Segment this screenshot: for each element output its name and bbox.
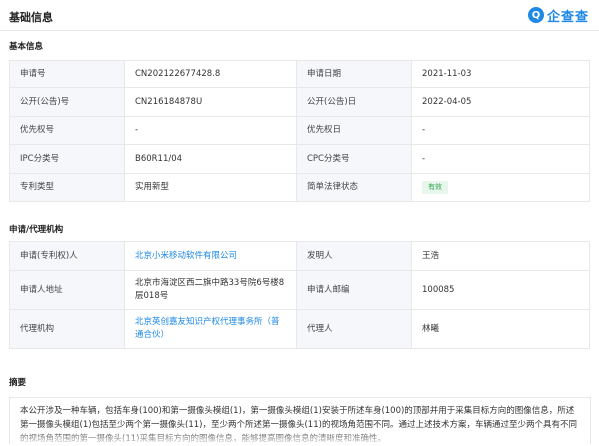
agency-label: 代理机构 (9, 309, 125, 349)
application-number-value: CN202122677428.8 (124, 60, 297, 88)
patent-detail-page: 基础信息 Q 企查查 基本信息 申请号 CN202122677428.8 申请日… (0, 0, 599, 444)
application-date-value: 2021-11-03 (411, 60, 590, 88)
applicant-link[interactable]: 北京小米移动软件有限公司 (135, 251, 237, 261)
patent-type-value: 实用新型 (124, 173, 297, 202)
page-title: 基础信息 (9, 11, 53, 24)
priority-number-label: 优先权号 (9, 116, 125, 145)
patent-type-label: 专利类型 (9, 173, 125, 202)
agency-section-title: 申请/代理机构 (9, 225, 64, 235)
agency-table: 申请(专利权)人 北京小米移动软件有限公司 发明人 王浩 申请人地址 北京市海淀… (9, 241, 590, 349)
agency-link[interactable]: 北京英创嘉友知识产权代理事务所（普通合伙） (135, 317, 280, 340)
header-bar: 基础信息 Q 企查查 (0, 0, 599, 31)
table-row: 公开(公告)号 CN216184878U 公开(公告)日 2022-04-05 (9, 87, 590, 117)
qcc-logo-icon: Q (527, 7, 544, 23)
abstract-box: 本公开涉及一种车辆，包括车身(100)和第一摄像头模组(1)，第一摄像头模组(1… (9, 397, 591, 444)
table-row: 代理机构 北京英创嘉友知识产权代理事务所（普通合伙） 代理人 林曦 (9, 309, 590, 349)
address-label: 申请人地址 (9, 270, 125, 310)
abstract-section-title: 摘要 (9, 378, 27, 388)
brand-name: 企查查 (546, 9, 589, 25)
ipc-value[interactable]: B60R11/04 (124, 144, 297, 174)
table-row: 申请(专利权)人 北京小米移动软件有限公司 发明人 王浩 (9, 241, 590, 271)
basic-info-table: 申请号 CN202122677428.8 申请日期 2021-11-03 公开(… (9, 60, 590, 202)
application-date-label: 申请日期 (296, 60, 412, 88)
address-value: 北京市海淀区西二旗中路33号院6号楼8层018号 (124, 270, 297, 310)
inventor-value: 王浩 (411, 241, 590, 271)
table-row: 专利类型 实用新型 简单法律状态 有效 (9, 173, 590, 202)
publication-date-value: 2022-04-05 (411, 87, 590, 117)
basic-info-section-title: 基本信息 (9, 42, 44, 52)
table-row: 优先权号 - 优先权日 - (9, 116, 590, 145)
status-badge: 有效 (422, 181, 448, 194)
applicant-label: 申请(专利权)人 (9, 241, 125, 271)
legal-status-label: 简单法律状态 (296, 173, 412, 202)
postcode-value: 100085 (411, 270, 590, 310)
ipc-label: IPC分类号 (9, 144, 125, 174)
table-row: 申请人地址 北京市海淀区西二旗中路33号院6号楼8层018号 申请人邮编 100… (9, 270, 590, 310)
postcode-label: 申请人邮编 (296, 270, 412, 310)
priority-number-value: - (124, 116, 297, 145)
cpc-label: CPC分类号 (296, 144, 412, 174)
publication-date-label: 公开(公告)日 (296, 87, 412, 117)
fade-overlay (10, 430, 590, 444)
inventor-label: 发明人 (296, 241, 412, 271)
agent-value: 林曦 (411, 309, 590, 349)
priority-date-value: - (411, 116, 590, 145)
brand-logo[interactable]: Q 企查查 (527, 6, 589, 25)
publication-number-value: CN216184878U (124, 87, 297, 117)
legal-status-cell: 有效 (411, 173, 590, 202)
publication-number-label: 公开(公告)号 (9, 87, 125, 117)
cpc-value: - (411, 144, 590, 174)
agent-label: 代理人 (296, 309, 412, 349)
applicant-cell: 北京小米移动软件有限公司 (124, 241, 297, 271)
table-row: IPC分类号 B60R11/04 CPC分类号 - (9, 144, 590, 174)
agency-cell: 北京英创嘉友知识产权代理事务所（普通合伙） (124, 309, 297, 349)
application-number-label: 申请号 (9, 60, 125, 88)
priority-date-label: 优先权日 (296, 116, 412, 145)
table-row: 申请号 CN202122677428.8 申请日期 2021-11-03 (9, 60, 590, 88)
